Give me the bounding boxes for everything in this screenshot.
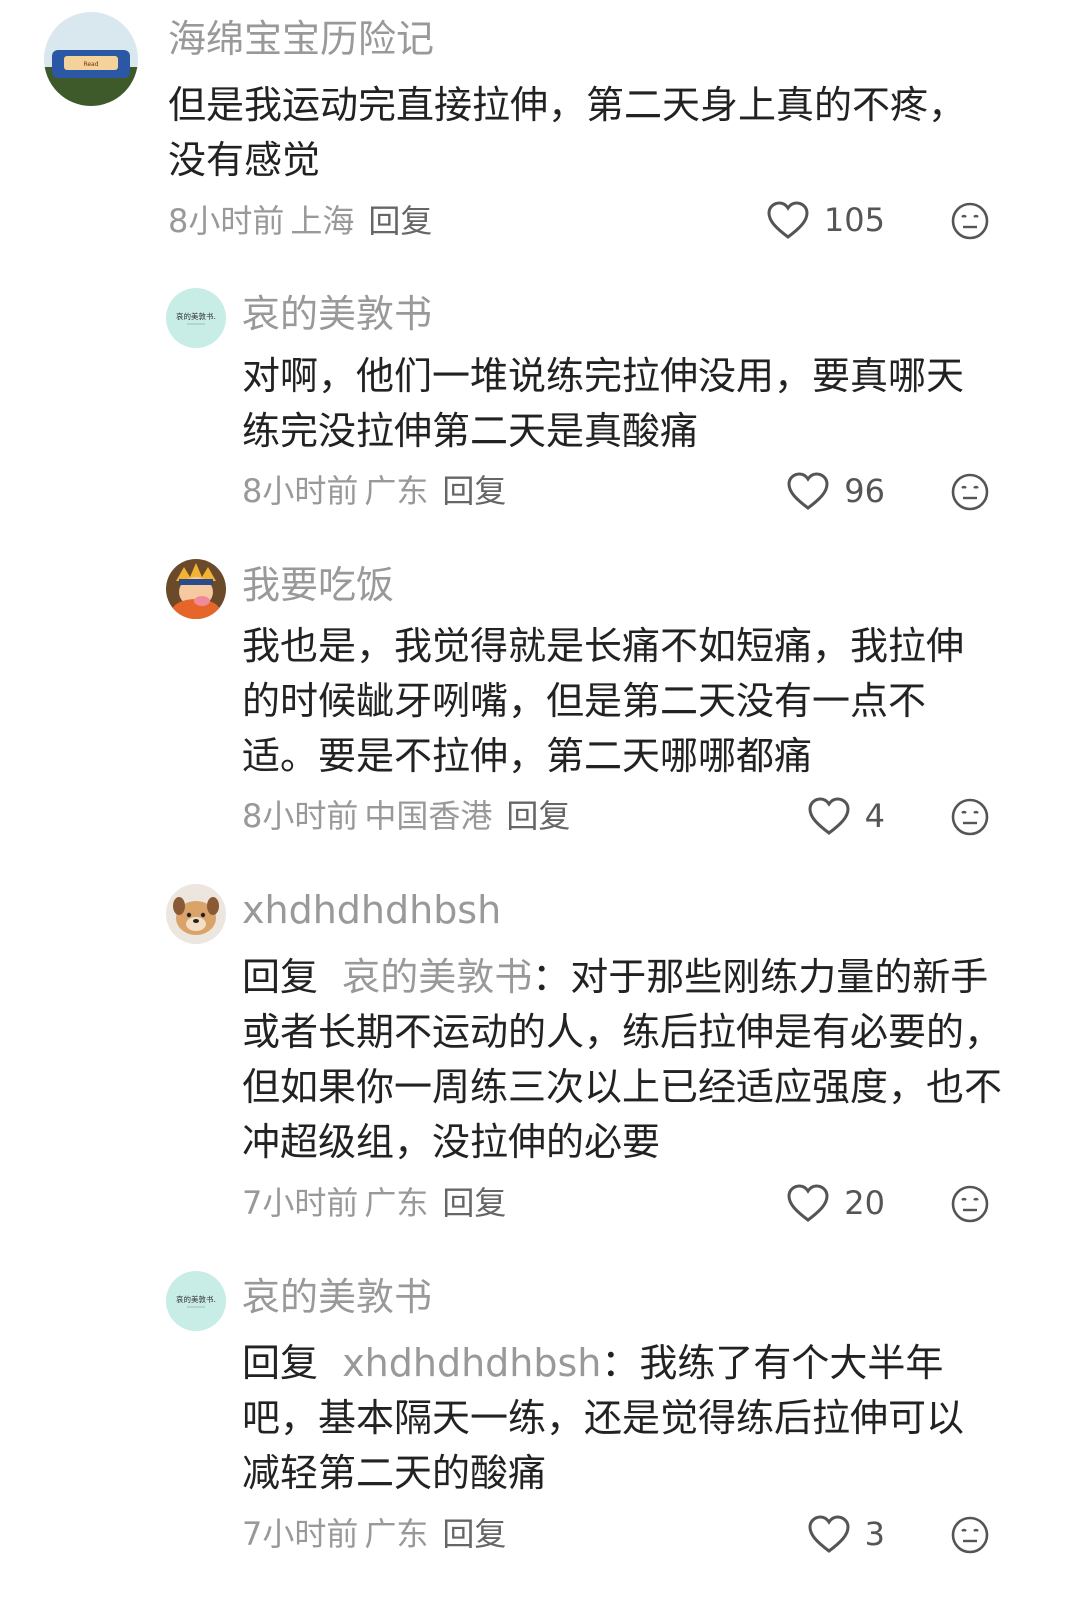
comment-text: 回复 xhdhdhdhbsh：我练了有个大半年吧，基本隔天一练，还是觉得练后拉伸… bbox=[242, 1336, 992, 1501]
text-logo-avatar-icon: 哀的美敦书. bbox=[166, 288, 226, 348]
comment-time: 8小时前 bbox=[242, 472, 359, 510]
comment-meta: 8小时前 中国香港 回复 bbox=[242, 800, 570, 832]
like-button[interactable]: 96 bbox=[786, 471, 885, 511]
dog-avatar-icon bbox=[166, 884, 226, 944]
comment-location: 广东 bbox=[364, 472, 429, 510]
like-count: 4 bbox=[864, 797, 885, 835]
comment-time: 8小时前 bbox=[242, 797, 359, 835]
reply-button[interactable]: 回复 bbox=[442, 1515, 506, 1553]
reply-button[interactable]: 回复 bbox=[506, 797, 570, 835]
username[interactable]: 哀的美敦书 bbox=[242, 295, 432, 333]
username[interactable]: xhdhdhdhbsh bbox=[242, 891, 501, 929]
reply-button[interactable]: 回复 bbox=[442, 472, 506, 510]
heart-outline-icon bbox=[787, 1184, 829, 1222]
comment-text: 回复 哀的美敦书：对于那些刚练力量的新手或者长期不运动的人，练后拉伸是有必要的，… bbox=[242, 950, 1012, 1170]
reply-target-user[interactable]: xhdhdhdhbsh bbox=[342, 1341, 601, 1385]
comment-location: 中国香港 bbox=[364, 797, 493, 835]
like-button[interactable]: 20 bbox=[786, 1183, 885, 1223]
spongebob-avatar-icon: Read bbox=[44, 12, 138, 106]
neutral-face-icon bbox=[951, 473, 989, 511]
avatar[interactable]: Read bbox=[44, 12, 138, 106]
like-count: 20 bbox=[844, 1184, 885, 1222]
avatar-logo-text: 哀的美敦书. bbox=[176, 311, 216, 321]
like-count: 105 bbox=[823, 201, 885, 239]
username[interactable]: 我要吃饭 bbox=[242, 566, 394, 604]
neutral-face-icon bbox=[951, 798, 989, 836]
comment-time: 7小时前 bbox=[242, 1184, 359, 1222]
avatar-logo-text: 哀的美敦书. bbox=[176, 1294, 216, 1304]
comment-time: 7小时前 bbox=[242, 1515, 359, 1553]
cartoon-character-avatar-icon bbox=[166, 559, 226, 619]
comment-text: 我也是，我觉得就是长痛不如短痛，我拉伸的时候龇牙咧嘴，但是第二天没有一点不适。要… bbox=[242, 624, 965, 778]
comment-meta: 8小时前 上海 回复 bbox=[168, 205, 432, 237]
avatar[interactable] bbox=[166, 884, 226, 944]
reaction-button[interactable] bbox=[950, 1184, 990, 1224]
like-button[interactable]: 4 bbox=[807, 796, 885, 836]
reply-target-user[interactable]: 哀的美敦书 bbox=[342, 955, 532, 999]
comment-meta: 8小时前 广东 回复 bbox=[242, 475, 506, 507]
comment-meta: 7小时前 广东 回复 bbox=[242, 1187, 506, 1219]
reaction-button[interactable] bbox=[950, 797, 990, 837]
comment-text: 对啊，他们一堆说练完拉伸没用，要真哪天练完没拉伸第二天是真酸痛 bbox=[242, 354, 965, 453]
like-count: 3 bbox=[864, 1515, 885, 1553]
avatar[interactable]: 哀的美敦书. bbox=[166, 288, 226, 348]
reply-button[interactable]: 回复 bbox=[368, 202, 432, 240]
like-button[interactable]: 105 bbox=[766, 200, 885, 240]
like-count: 96 bbox=[844, 472, 885, 510]
like-button[interactable]: 3 bbox=[807, 1514, 885, 1554]
reply-button[interactable]: 回复 bbox=[442, 1184, 506, 1222]
text-logo-avatar-icon: 哀的美敦书. bbox=[166, 1271, 226, 1331]
heart-outline-icon bbox=[808, 797, 850, 835]
comment-time: 8小时前 bbox=[168, 202, 285, 240]
reply-prefix: 回复 bbox=[242, 1341, 319, 1385]
neutral-face-icon bbox=[951, 202, 989, 240]
reply-prefix: 回复 bbox=[242, 955, 319, 999]
comment-location: 广东 bbox=[364, 1515, 429, 1553]
svg-text:Read: Read bbox=[83, 61, 98, 68]
heart-outline-icon bbox=[808, 1515, 850, 1553]
comment-location: 上海 bbox=[290, 202, 355, 240]
neutral-face-icon bbox=[951, 1516, 989, 1554]
neutral-face-icon bbox=[951, 1185, 989, 1223]
username[interactable]: 海绵宝宝历险记 bbox=[168, 20, 434, 58]
heart-outline-icon bbox=[787, 472, 829, 510]
comment-location: 广东 bbox=[364, 1184, 429, 1222]
reaction-button[interactable] bbox=[950, 472, 990, 512]
reaction-button[interactable] bbox=[950, 1515, 990, 1555]
avatar[interactable] bbox=[166, 559, 226, 619]
avatar[interactable]: 哀的美敦书. bbox=[166, 1271, 226, 1331]
comment-meta: 7小时前 广东 回复 bbox=[242, 1518, 506, 1550]
heart-outline-icon bbox=[767, 201, 809, 239]
username[interactable]: 哀的美敦书 bbox=[242, 1278, 432, 1316]
comment-text: 但是我运动完直接拉伸，第二天身上真的不疼，没有感觉 bbox=[168, 83, 967, 182]
reaction-button[interactable] bbox=[950, 201, 990, 241]
